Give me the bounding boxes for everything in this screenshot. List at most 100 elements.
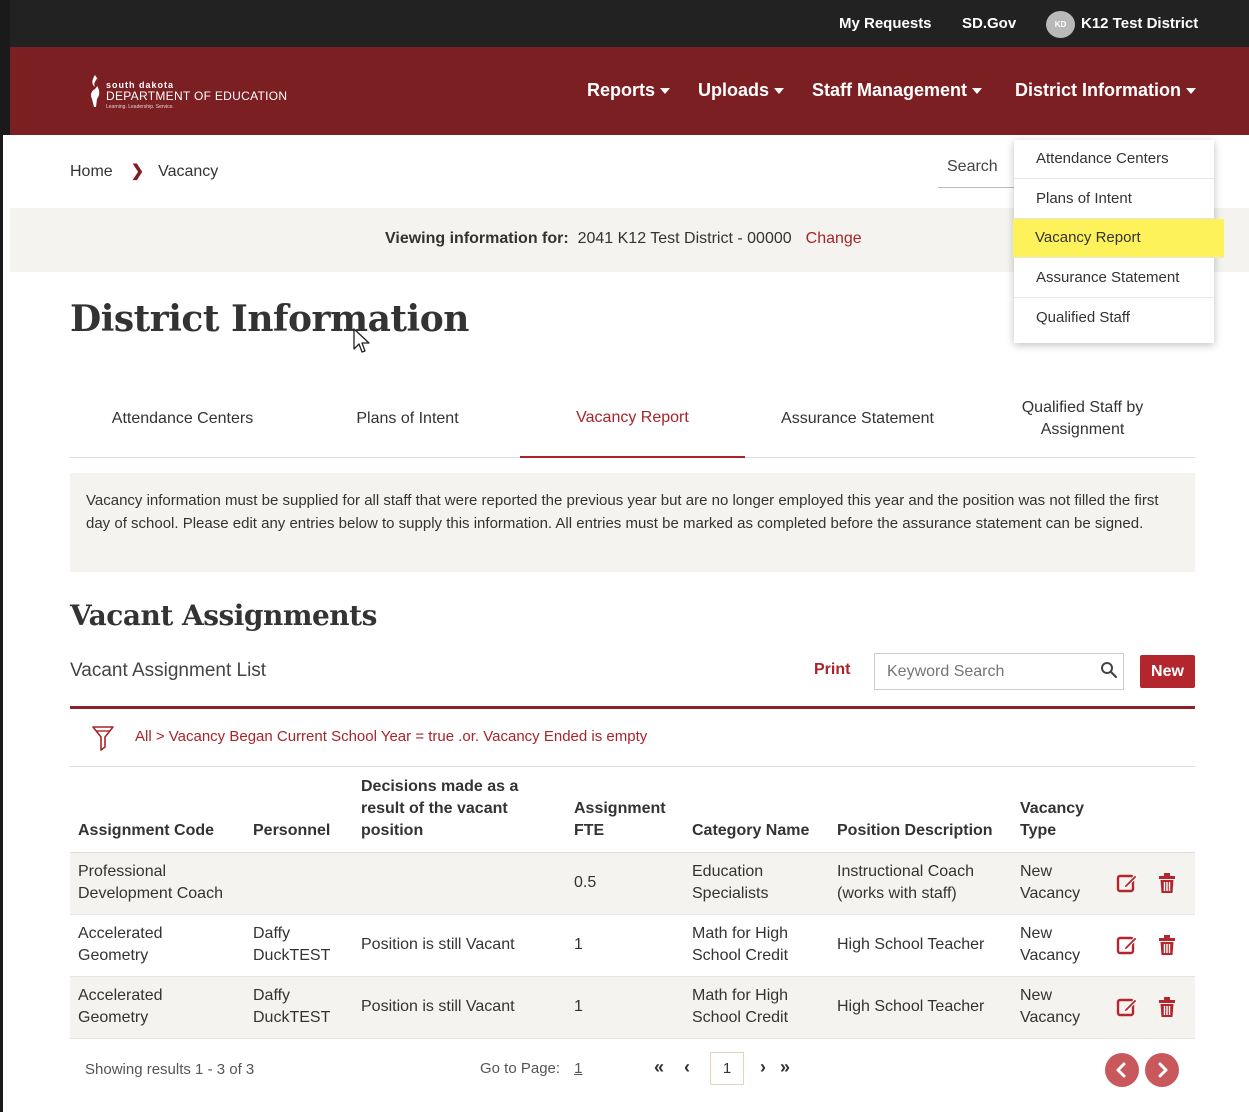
cell-fte: 0.5 bbox=[566, 852, 684, 915]
table-row: Accelerated Geometry Daffy DuckTEST Posi… bbox=[70, 976, 1195, 1039]
caret-down-icon bbox=[972, 88, 983, 95]
section-title: Vacant Assignments bbox=[70, 599, 377, 632]
cell-actions bbox=[1100, 852, 1195, 915]
table-row: Accelerated Geometry Daffy DuckTEST Posi… bbox=[70, 914, 1195, 977]
print-link[interactable]: Print bbox=[814, 661, 850, 679]
sd-gov-link[interactable]: SD.Gov bbox=[962, 15, 1016, 32]
tab-bar: Attendance Centers Plans of Intent Vacan… bbox=[70, 380, 1195, 458]
cell-category: Math for High School Credit bbox=[684, 914, 829, 977]
column-header-decisions[interactable]: Decisions made as a result of the vacant… bbox=[353, 772, 566, 853]
cell-assignment-code: Accelerated Geometry bbox=[70, 914, 245, 977]
vacant-assignment-table: Assignment Code Personnel Decisions made… bbox=[70, 772, 1195, 1039]
pagination-footer: Showing results 1 - 3 of 3 Go to Page: 1 … bbox=[70, 1045, 1195, 1095]
column-header-assignment-fte[interactable]: Assignment FTE bbox=[566, 772, 684, 853]
cell-personnel bbox=[245, 852, 353, 915]
cell-category: Math for High School Credit bbox=[684, 976, 829, 1039]
cell-vacancy-type: New Vacancy bbox=[1012, 976, 1100, 1039]
next-circle-button[interactable] bbox=[1145, 1053, 1179, 1087]
dropdown-item-vacancy-report[interactable]: Vacancy Report bbox=[1013, 219, 1224, 258]
last-page-icon[interactable]: » bbox=[780, 1057, 790, 1078]
dropdown-item-qualified-staff[interactable]: Qualified Staff bbox=[1014, 299, 1214, 338]
logo-line2: DEPARTMENT OF EDUCATION bbox=[106, 89, 288, 103]
tab-qualified-staff-by-assignment[interactable]: Qualified Staff by Assignment bbox=[970, 380, 1195, 458]
caret-down-icon bbox=[774, 88, 785, 95]
viewing-label: Viewing information for: bbox=[385, 230, 569, 247]
go-to-page: Go to Page: 1 bbox=[480, 1060, 582, 1077]
search-icon[interactable] bbox=[1100, 661, 1118, 679]
cell-vacancy-type: New Vacancy bbox=[1012, 852, 1100, 915]
cell-personnel: Daffy DuckTEST bbox=[245, 914, 353, 977]
table-header-row: Assignment Code Personnel Decisions made… bbox=[70, 772, 1195, 853]
filter-bar: All > Vacancy Began Current School Year … bbox=[70, 709, 1195, 767]
tab-vacancy-report[interactable]: Vacancy Report bbox=[520, 380, 745, 458]
avatar[interactable]: KD bbox=[1046, 11, 1075, 38]
edit-icon[interactable] bbox=[1116, 996, 1138, 1018]
column-header-category-name[interactable]: Category Name bbox=[684, 772, 829, 853]
chevron-left-icon bbox=[1116, 1062, 1126, 1078]
cell-decisions bbox=[353, 852, 566, 915]
trash-icon[interactable] bbox=[1156, 934, 1178, 956]
prev-circle-button[interactable] bbox=[1105, 1053, 1139, 1087]
logo-tagline: Learning. Leadership. Service. bbox=[106, 104, 174, 110]
cell-decisions: Position is still Vacant bbox=[353, 914, 566, 977]
filter-icon[interactable] bbox=[92, 725, 114, 751]
dropdown-item-attendance-centers[interactable]: Attendance Centers bbox=[1014, 140, 1214, 179]
flame-icon bbox=[91, 75, 100, 107]
trash-icon[interactable] bbox=[1156, 872, 1178, 894]
change-link[interactable]: Change bbox=[806, 230, 862, 247]
trash-icon[interactable] bbox=[1156, 996, 1178, 1018]
cell-category: Education Specialists bbox=[684, 852, 829, 915]
column-header-vacancy-type[interactable]: Vacancy Type bbox=[1012, 772, 1100, 853]
mouse-cursor-icon bbox=[353, 328, 370, 353]
column-header-actions bbox=[1100, 772, 1195, 853]
chevron-right-icon: ❯ bbox=[130, 163, 145, 180]
breadcrumb: Home ❯ Vacancy bbox=[70, 161, 218, 181]
table-row: Professional Development Coach 0.5 Educa… bbox=[70, 852, 1195, 915]
search-input[interactable]: Search bbox=[938, 150, 1018, 188]
first-page-icon[interactable]: « bbox=[654, 1057, 664, 1078]
nav-reports[interactable]: Reports bbox=[587, 80, 671, 101]
tab-attendance-centers[interactable]: Attendance Centers bbox=[70, 380, 295, 458]
results-count: Showing results 1 - 3 of 3 bbox=[85, 1061, 255, 1078]
column-header-position-description[interactable]: Position Description bbox=[829, 772, 1012, 853]
chevron-right-icon bbox=[1158, 1062, 1168, 1078]
cell-position-description: Instructional Coach (works with staff) bbox=[829, 852, 1012, 915]
cell-vacancy-type: New Vacancy bbox=[1012, 914, 1100, 977]
dropdown-item-assurance-statement[interactable]: Assurance Statement bbox=[1014, 259, 1214, 298]
tab-plans-of-intent[interactable]: Plans of Intent bbox=[295, 380, 520, 458]
go-to-page-input[interactable]: 1 bbox=[574, 1060, 582, 1077]
prev-page-icon[interactable]: ‹ bbox=[684, 1057, 690, 1078]
district-information-dropdown: Attendance Centers Plans of Intent Vacan… bbox=[1013, 140, 1224, 343]
column-header-assignment-code[interactable]: Assignment Code bbox=[70, 772, 245, 853]
keyword-search-input[interactable] bbox=[874, 653, 1124, 690]
caret-down-icon bbox=[660, 88, 671, 95]
vacancy-notice: Vacancy information must be supplied for… bbox=[70, 473, 1195, 572]
filter-text[interactable]: All > Vacancy Began Current School Year … bbox=[135, 728, 647, 745]
nav-staff-management[interactable]: Staff Management bbox=[812, 80, 983, 101]
cell-decisions: Position is still Vacant bbox=[353, 976, 566, 1039]
my-requests-link[interactable]: My Requests bbox=[839, 15, 932, 32]
cell-assignment-code: Accelerated Geometry bbox=[70, 976, 245, 1039]
viewing-value: 2041 K12 Test District - 00000 bbox=[577, 230, 792, 247]
tab-assurance-statement[interactable]: Assurance Statement bbox=[745, 380, 970, 458]
edit-icon[interactable] bbox=[1116, 934, 1138, 956]
edit-icon[interactable] bbox=[1116, 872, 1138, 894]
nav-district-information[interactable]: District Information bbox=[1015, 80, 1197, 101]
breadcrumb-home[interactable]: Home bbox=[70, 163, 113, 180]
current-page[interactable]: 1 bbox=[710, 1052, 744, 1085]
dropdown-item-plans-of-intent[interactable]: Plans of Intent bbox=[1014, 180, 1214, 219]
nav-uploads[interactable]: Uploads bbox=[698, 80, 785, 101]
top-bar: My Requests SD.Gov KD K12 Test District bbox=[0, 0, 1249, 47]
next-page-icon[interactable]: › bbox=[760, 1057, 766, 1078]
list-title: Vacant Assignment List bbox=[70, 660, 267, 681]
cell-fte: 1 bbox=[566, 914, 684, 977]
column-header-personnel[interactable]: Personnel bbox=[245, 772, 353, 853]
new-button[interactable]: New bbox=[1140, 655, 1195, 688]
user-menu[interactable]: K12 Test District bbox=[1081, 15, 1198, 32]
cell-personnel: Daffy DuckTEST bbox=[245, 976, 353, 1039]
caret-down-icon bbox=[1186, 88, 1197, 95]
cell-actions bbox=[1100, 914, 1195, 977]
cell-position-description: High School Teacher bbox=[829, 976, 1012, 1039]
page-title: District Information bbox=[70, 298, 469, 340]
window-frame-inner bbox=[3, 135, 10, 1112]
